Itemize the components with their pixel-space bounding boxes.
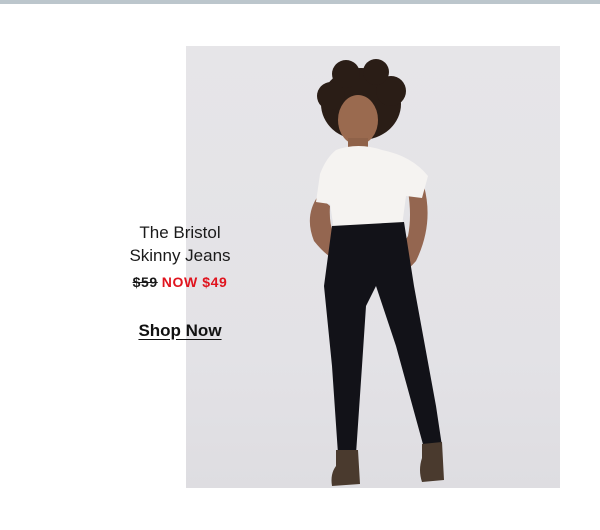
price-line: $59 NOW $49 bbox=[100, 273, 260, 291]
product-title-line-2: Skinny Jeans bbox=[129, 246, 231, 265]
original-price: $59 bbox=[132, 274, 158, 290]
shop-now-link[interactable]: Shop Now bbox=[138, 321, 221, 341]
promo-text-block: The Bristol Skinny Jeans $59 NOW $49 Shop… bbox=[100, 221, 260, 341]
sale-price: NOW $49 bbox=[161, 274, 228, 290]
product-title-line-1: The Bristol bbox=[139, 223, 221, 242]
top-divider bbox=[0, 0, 600, 4]
